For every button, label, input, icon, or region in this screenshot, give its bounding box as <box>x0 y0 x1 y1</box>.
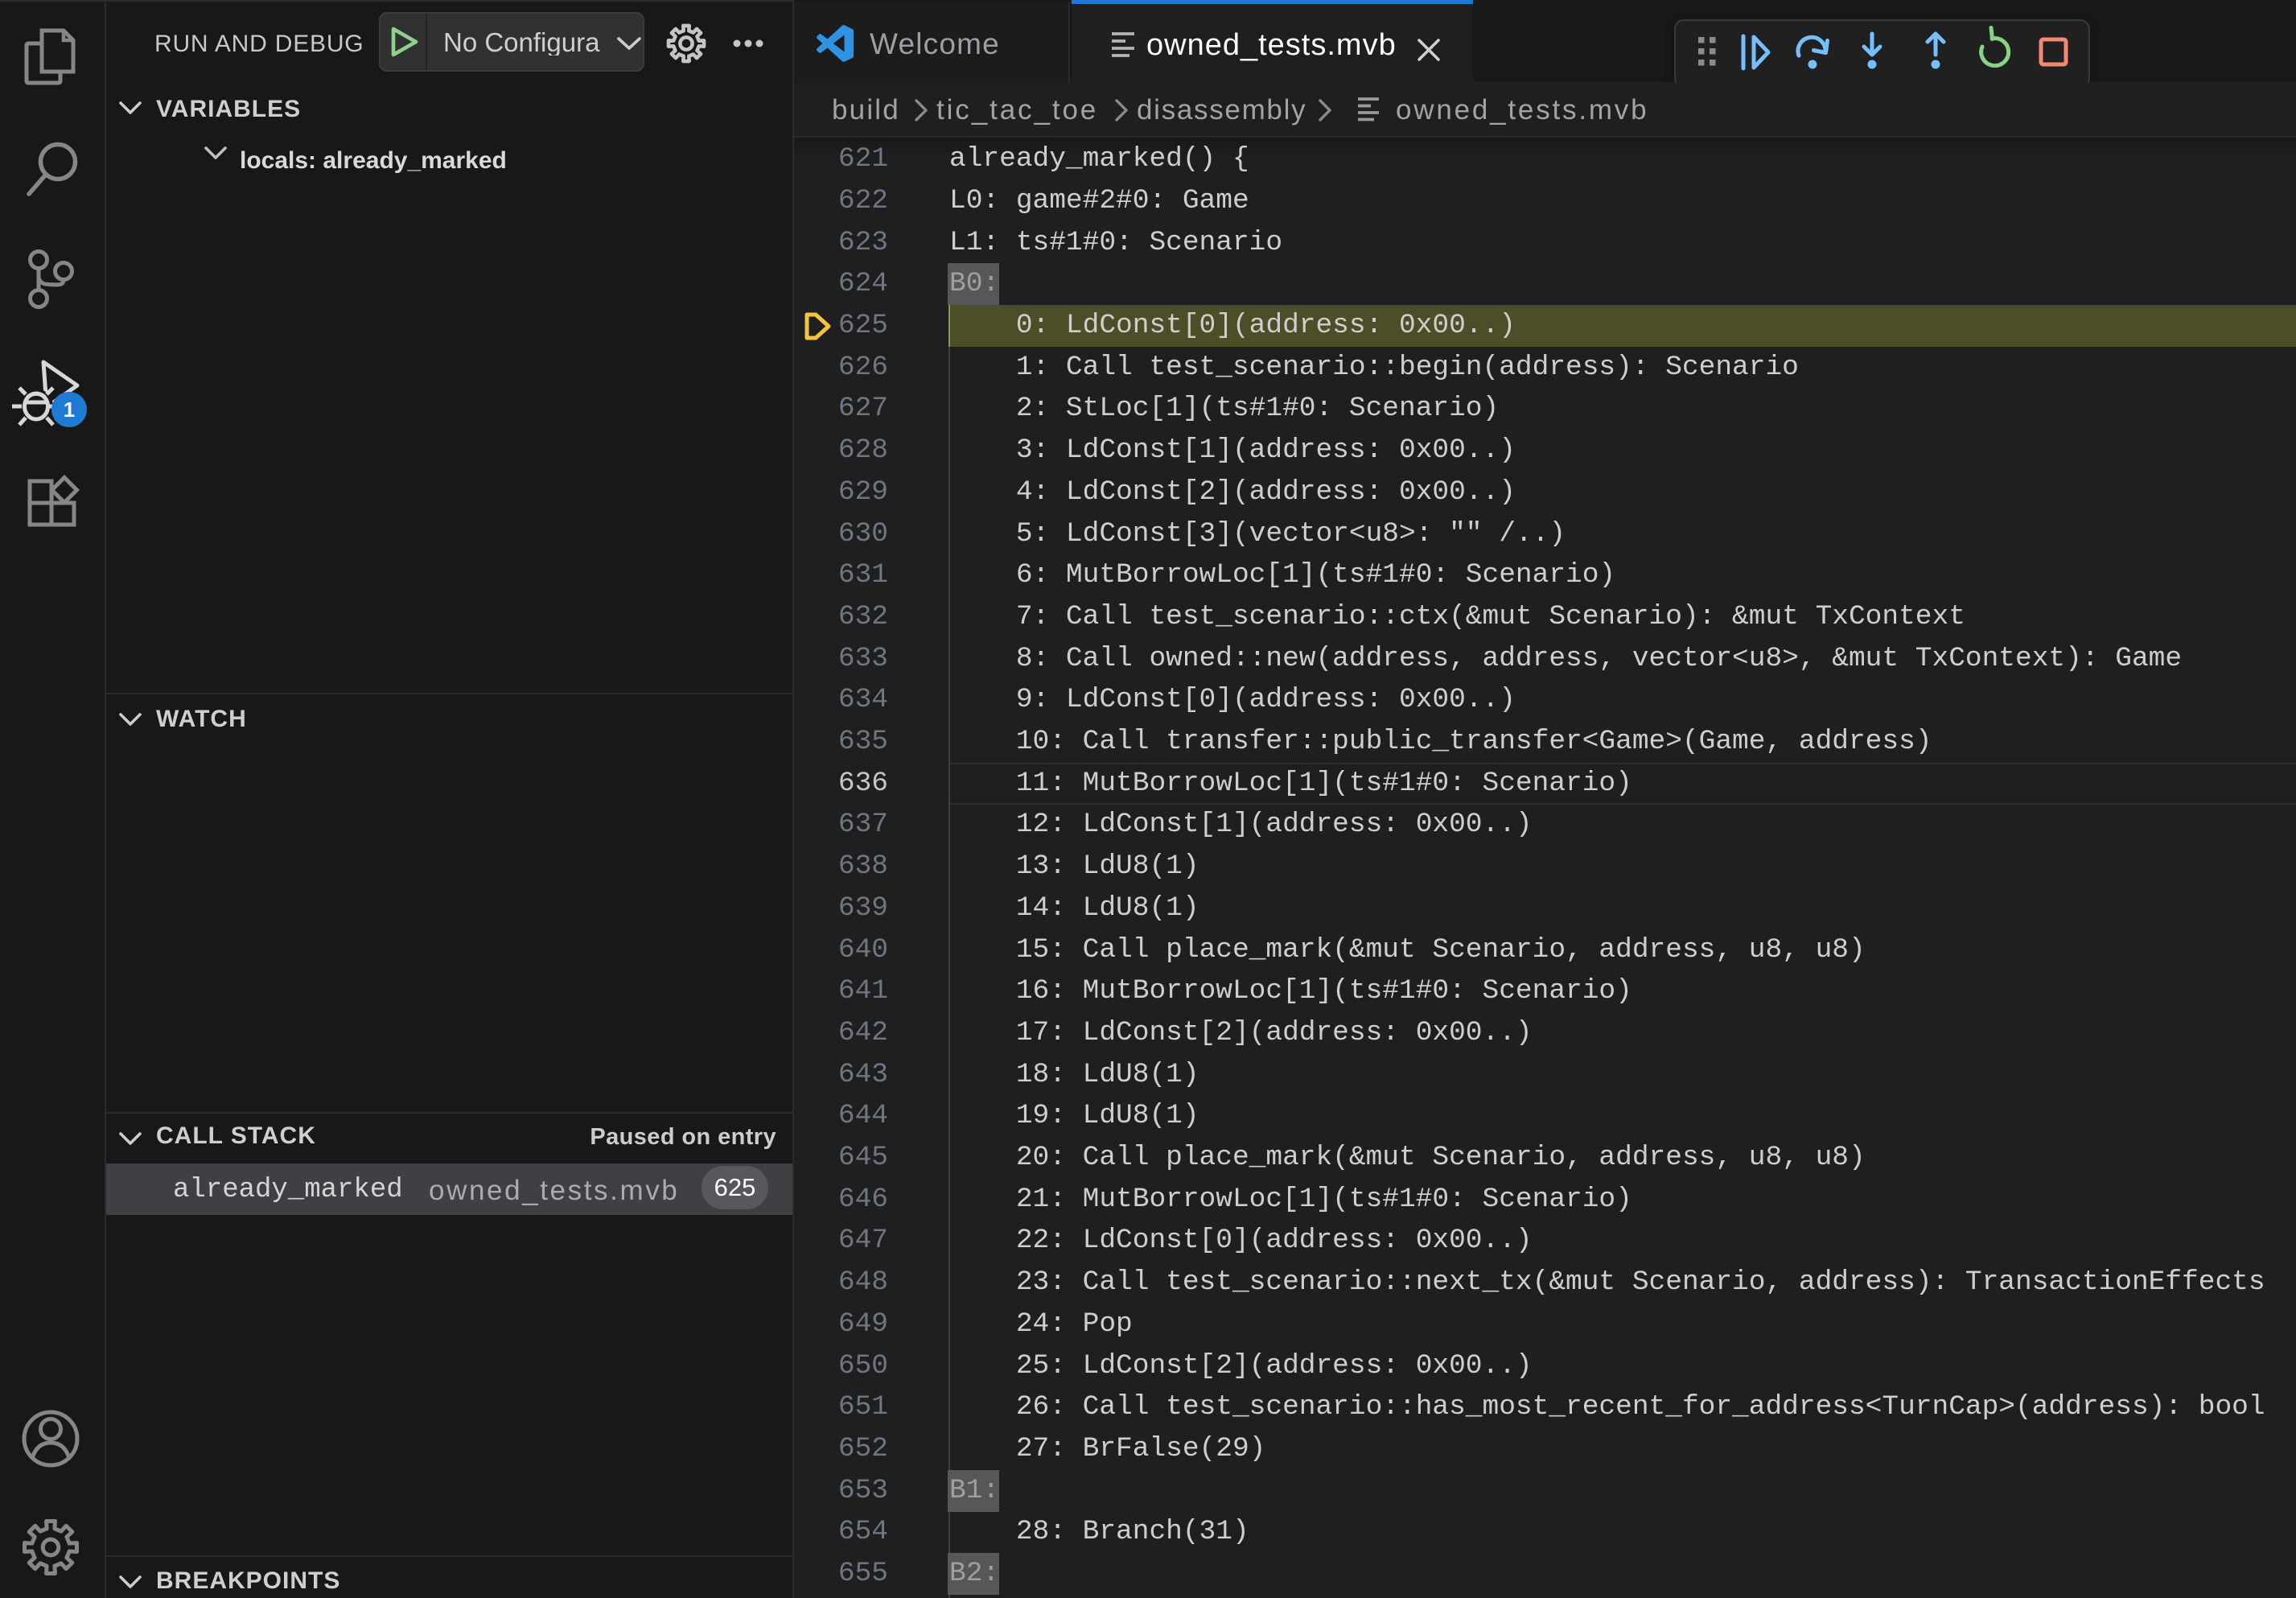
svg-text:1: 1 <box>64 397 75 422</box>
